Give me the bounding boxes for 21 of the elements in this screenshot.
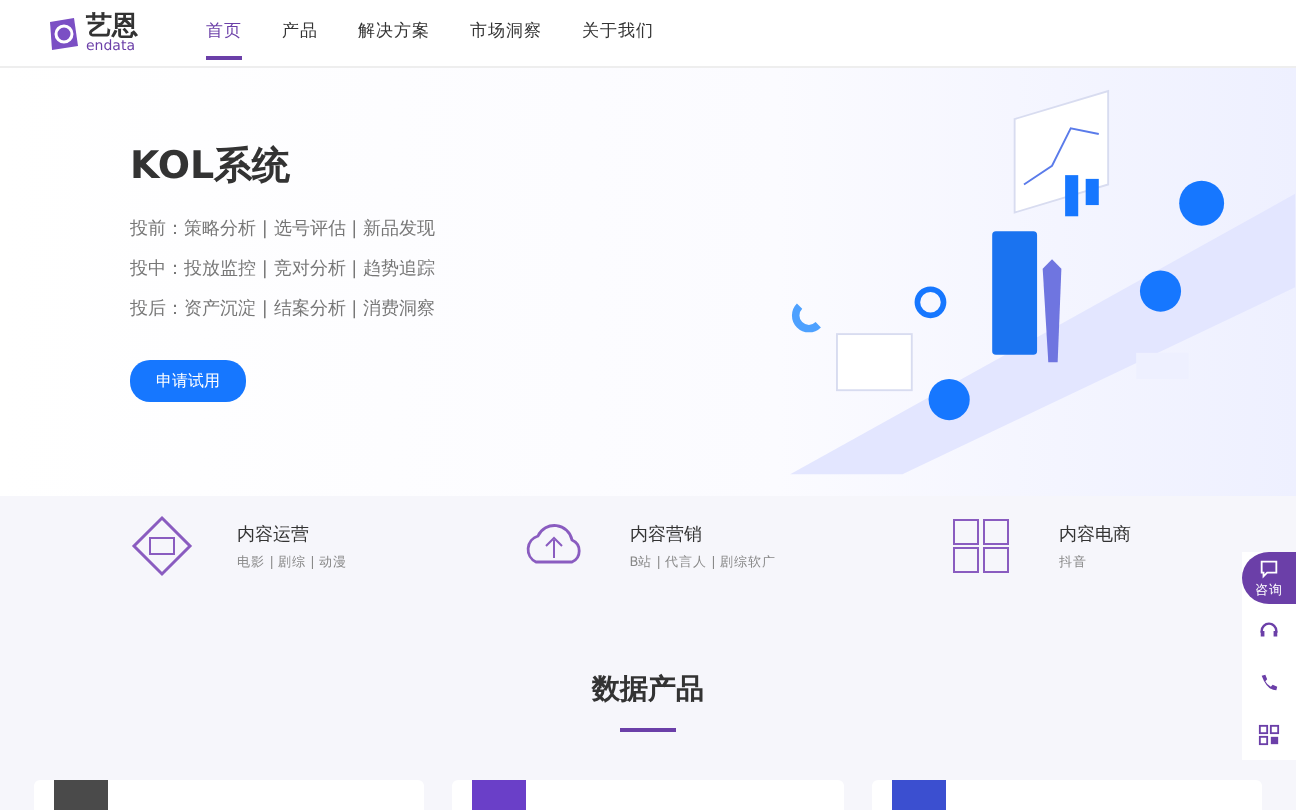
hero-feature-line: 投中：投放监控 | 竞对分析 | 趋势追踪 xyxy=(130,257,438,282)
hero-feature-line: 投后：资产沉淀 | 结案分析 | 消费洞察 xyxy=(130,296,438,322)
nav-item[interactable]: 首页 xyxy=(206,7,242,59)
nav-item[interactable]: 关于我们 xyxy=(582,7,654,59)
chat-icon xyxy=(1258,557,1280,579)
logo-icon xyxy=(44,15,80,51)
feature-title: 内容营销 xyxy=(629,523,704,547)
section-title: 数据产品 xyxy=(592,672,704,708)
nav-item[interactable]: 产品 xyxy=(282,7,318,59)
hero-title: KOL系统 xyxy=(130,142,293,192)
logo-name: 艺恩 xyxy=(86,13,138,39)
phone-icon xyxy=(1258,671,1280,693)
nav-item[interactable]: 解决方案 xyxy=(358,7,430,59)
nav-item[interactable]: 市场洞察 xyxy=(470,7,542,59)
title-underline xyxy=(620,728,676,732)
feature-title: 内容电商 xyxy=(1058,523,1131,547)
feature-title: 内容运营 xyxy=(237,523,312,547)
hero-feature-line: 投前：策略分析 | 选号评估 | 新品发现 xyxy=(130,217,438,242)
trial-button[interactable]: 申请试用 xyxy=(130,360,246,402)
qr-code-icon xyxy=(1258,723,1280,745)
headset-icon xyxy=(1258,619,1280,641)
